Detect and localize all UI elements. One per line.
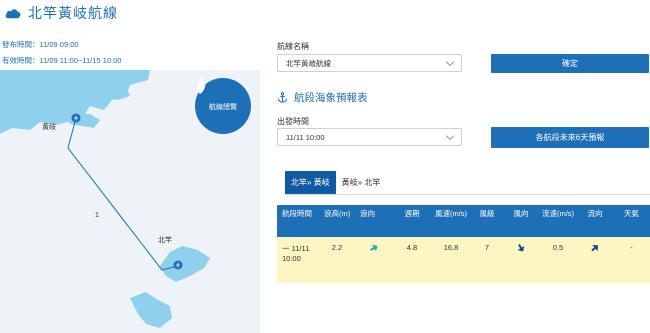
table-row: 一 11/11 10:00 2.2 4.8 16.8 7 0.5 - [277,237,650,283]
page-header: 北竿黃岐航線 [4,2,118,24]
col-header-wind-speed: 風速(m/s) [431,205,471,237]
south-island [130,292,172,328]
col-header-weather: 天氣 [613,205,650,237]
map-label-beigan: 北竿 [158,237,172,244]
taiwan-map-icon [197,78,206,94]
depart-time-select[interactable]: 11/11 10:00 [277,128,462,146]
depart-time-value: 11/11 10:00 [286,132,325,142]
col-header-period: 週期 [393,205,431,237]
col-header-time: 航段時間 [277,205,319,237]
tab-beigan-to-huangqi[interactable]: 北竿» 黃岐 [285,171,336,194]
cell-wave-direction [355,237,393,283]
cloud-icon [5,9,21,19]
route-map[interactable]: 黃岐 1 北竿 航線總覽 [0,70,260,333]
direction-tabs: 北竿» 黃岐 黃岐» 北竿 [285,171,386,194]
cell-current-speed: 0.5 [539,237,577,283]
cell-weather: - [613,237,650,283]
cell-wind-direction [503,237,539,283]
cell-wave-height: 2.2 [319,237,355,283]
map-label-huangqi: 黃岐 [42,124,56,131]
col-header-wave-direction: 浪向 [355,205,393,237]
col-header-wind-level: 風級 [471,205,503,237]
confirm-button[interactable]: 確定 [491,54,649,73]
col-header-current-direction: 流向 [577,205,613,237]
tab-huangqi-to-beigan[interactable]: 黃岐» 北竿 [336,171,387,194]
route-name-label: 航線名稱 [277,42,309,51]
cell-time: 一 11/11 10:00 [277,237,319,283]
route-overview-label: 航線總覽 [209,104,237,111]
forecast-section-title: 航段海象預報表 [277,90,368,105]
col-header-current-speed: 流速(m/s) [539,205,577,237]
forecast-section-label: 航段海象預報表 [294,92,368,104]
route-overview-button[interactable]: 航線總覽 [195,78,251,134]
chevron-down-icon [445,57,455,66]
depart-time-label: 出發時間 [277,117,309,126]
cell-wind-level: 7 [471,237,503,283]
route-line [67,117,179,271]
beigan-island [160,246,210,282]
route-select[interactable]: 北竿黃岐航線 [277,54,462,72]
tab-divider [285,194,650,195]
wave-direction-arrow-icon [370,244,378,252]
valid-time: 有效時間：11/09 11:00~11/15 10:00 [2,56,122,65]
page-title: 北竿黃岐航線 [28,5,118,21]
cell-period: 4.8 [393,237,431,283]
col-header-wind-direction: 風向 [503,205,539,237]
table-header-row: 航段時間 浪高(m) 浪向 週期 風速(m/s) 風級 風向 流速(m/s) 流… [277,205,650,237]
anchor-icon [277,92,288,103]
map-label-route-number: 1 [95,212,99,219]
six-day-forecast-button[interactable]: 各航段未來6天預報 [491,127,649,148]
wind-direction-arrow-icon [517,244,525,252]
cell-current-direction [577,237,613,283]
route-select-value: 北竿黃岐航線 [286,58,331,68]
chevron-down-icon [445,131,455,140]
issue-time: 發布時間：11/09 09:00 [2,40,79,49]
col-header-wave-height: 浪高(m) [319,205,355,237]
cell-wind-speed: 16.8 [431,237,471,283]
current-direction-arrow-icon [591,244,599,252]
forecast-table: 航段時間 浪高(m) 浪向 週期 風速(m/s) 風級 風向 流速(m/s) 流… [277,205,650,283]
